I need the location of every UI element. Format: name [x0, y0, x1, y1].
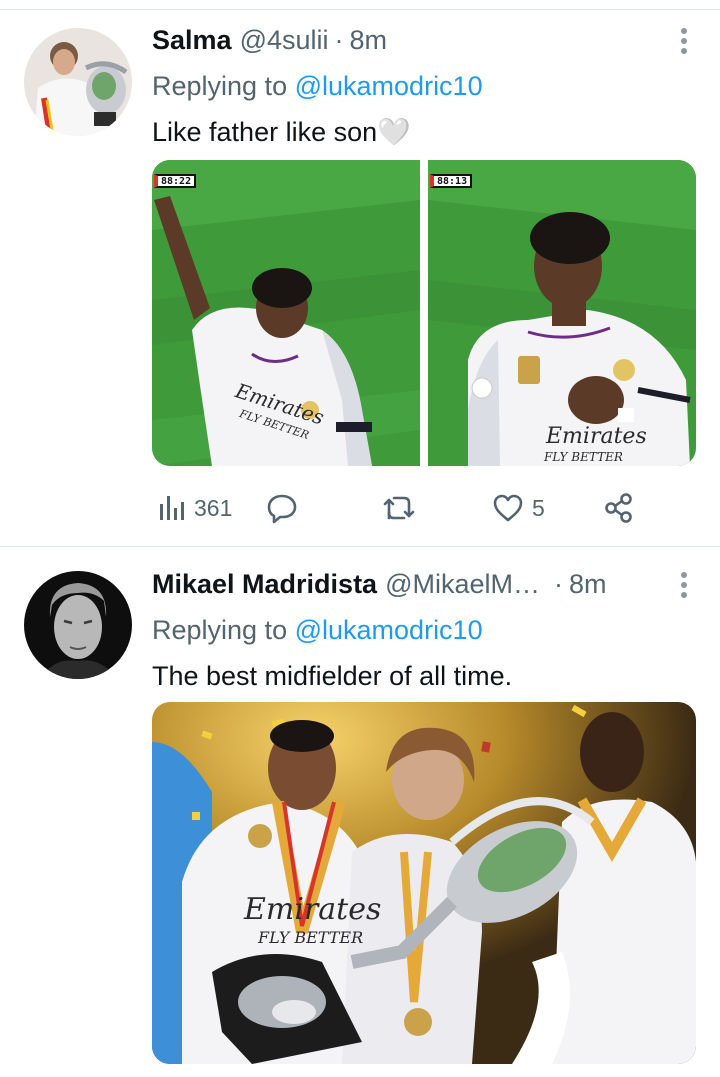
scoreboard-time: 88:22	[161, 176, 192, 187]
replying-to-label: Replying to	[152, 71, 288, 101]
timestamp[interactable]: 8m	[569, 569, 607, 600]
replying-to-label: Replying to	[152, 615, 288, 645]
author-name[interactable]: Mikael Madridista	[152, 569, 377, 600]
tweet-actions: 361 5	[152, 488, 632, 528]
share-button[interactable]	[604, 488, 634, 528]
avatar-image	[24, 28, 132, 136]
media-image-2[interactable]: Emirates FLY BETTER 88:13	[428, 160, 696, 466]
reply-button[interactable]	[266, 488, 298, 528]
timestamp[interactable]: 8m	[350, 25, 388, 56]
author-handle[interactable]: @4sulii	[240, 25, 329, 56]
author-handle[interactable]: @MikaelM…	[385, 569, 540, 600]
likes-count: 5	[532, 494, 545, 521]
shirt-sponsor-tagline: FLY BETTER	[544, 450, 623, 464]
tweet-text: Like father like son🤍	[152, 117, 411, 147]
separator-dot: ·	[334, 24, 344, 55]
like-button[interactable]: 5	[492, 488, 545, 528]
tweet-header: Salma @4sulii · 8m	[152, 22, 698, 58]
tweet-content: Mikael Madridista @MikaelM… · 8m Replyin…	[152, 566, 698, 694]
shirt-sponsor: Emirates	[546, 424, 647, 449]
avatar[interactable]	[24, 571, 132, 679]
replying-to-handle[interactable]: @lukamodric10	[295, 71, 483, 101]
replying-to-handle[interactable]: @lukamodric10	[295, 615, 483, 645]
scoreboard-badge: 88:22	[154, 174, 197, 188]
more-options-icon[interactable]	[670, 26, 698, 56]
share-icon	[605, 493, 632, 523]
replying-to: Replying to @lukamodric10	[152, 612, 698, 648]
avatar[interactable]	[24, 28, 132, 136]
tweet-media[interactable]: Emirates FLY BETTER	[152, 702, 696, 1064]
tweet-media[interactable]: Emirates FLY BETTER 88:22 Emirates FLY B…	[152, 160, 696, 466]
shirt-sponsor-tagline: FLY BETTER	[258, 928, 364, 947]
retweet-button[interactable]	[382, 488, 416, 528]
tweet[interactable]: Mikael Madridista @MikaelM… · 8m Replyin…	[0, 547, 720, 1077]
views-count: 361	[194, 494, 233, 521]
author-name[interactable]: Salma	[152, 25, 232, 56]
bar-chart-icon	[160, 496, 184, 520]
tweet-text: The best midfielder of all time.	[152, 661, 513, 691]
replying-to: Replying to @lukamodric10	[152, 68, 698, 104]
heart-icon	[493, 494, 523, 522]
scoreboard-time: 88:13	[437, 176, 468, 187]
views-button[interactable]: 361	[158, 488, 232, 528]
tweet-header: Mikael Madridista @MikaelM… · 8m	[152, 566, 698, 602]
scoreboard-badge: 88:13	[430, 174, 473, 188]
more-options-icon[interactable]	[670, 570, 698, 600]
tweet-content: Salma @4sulii · 8m Replying to @lukamodr…	[152, 22, 698, 150]
speech-bubble-icon	[267, 494, 297, 524]
media-image-1[interactable]: Emirates FLY BETTER	[152, 702, 696, 1064]
retweet-icon	[383, 496, 415, 520]
media-image-1[interactable]: Emirates FLY BETTER 88:22	[152, 160, 420, 466]
avatar-image	[24, 571, 132, 679]
shirt-sponsor: Emirates	[244, 892, 382, 927]
tweet[interactable]: Salma @4sulii · 8m Replying to @lukamodr…	[0, 0, 720, 546]
separator-dot: ·	[554, 568, 563, 599]
